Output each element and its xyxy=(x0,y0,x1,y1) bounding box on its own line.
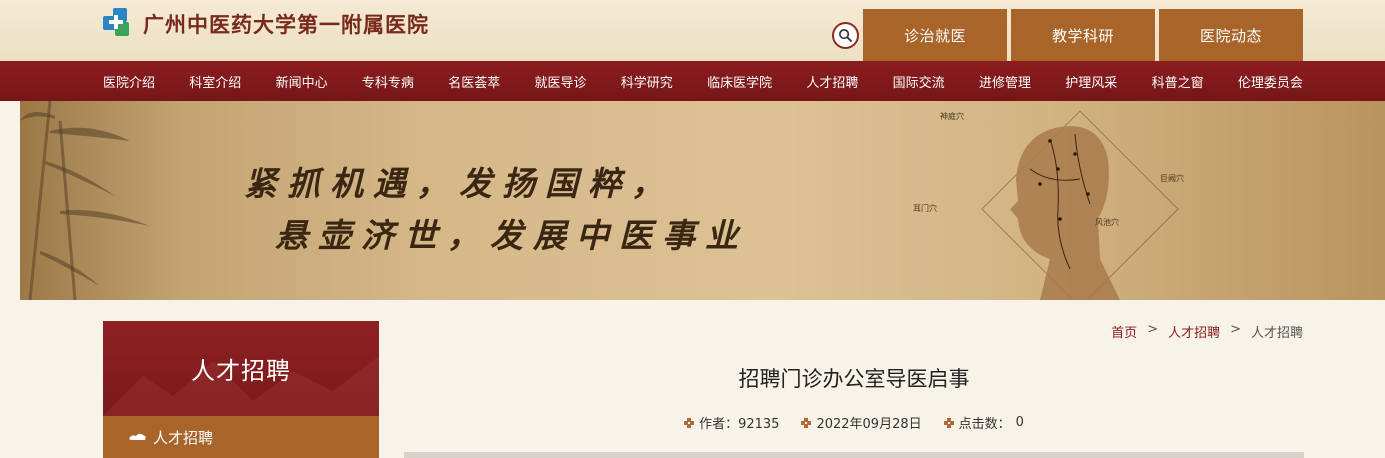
nav-item-departments[interactable]: 科室介绍 xyxy=(189,72,241,91)
top-tabs: 诊治就医 教学科研 医院动态 xyxy=(863,9,1303,61)
breadcrumb-recruitment[interactable]: 人才招聘 xyxy=(1168,322,1220,341)
bamboo-decoration xyxy=(20,101,150,300)
nav-item-science-popular[interactable]: 科普之窗 xyxy=(1152,72,1204,91)
tab-teaching-research[interactable]: 教学科研 xyxy=(1011,9,1155,61)
calendar-icon xyxy=(801,417,812,428)
search-icon xyxy=(839,29,853,43)
hospital-logo-icon xyxy=(103,8,135,40)
clicks-count: 0 xyxy=(1015,415,1024,430)
nav-item-research[interactable]: 科学研究 xyxy=(621,72,673,91)
sidebar-item-label: 人才招聘 xyxy=(153,428,214,447)
meta-author: 作者：92135 xyxy=(684,413,779,432)
nav-item-guide[interactable]: 就医导诊 xyxy=(534,72,586,91)
banner-slogan-line1: 紧抓机遇，发扬国粹， xyxy=(244,164,674,203)
main-nav: 医院介绍 科室介绍 新闻中心 专科专病 名医荟萃 就医导诊 科学研究 临床医学院… xyxy=(0,61,1385,101)
meta-clicks: 点击数： 0 xyxy=(943,413,1024,432)
acupoint-label: 巨阙穴 xyxy=(1160,174,1184,183)
sidebar-header: 人才招聘 xyxy=(103,321,379,416)
nav-item-specialties[interactable]: 专科专病 xyxy=(362,72,414,91)
breadcrumb-current: 人才招聘 xyxy=(1250,326,1303,341)
nav-item-international[interactable]: 国际交流 xyxy=(893,72,945,91)
breadcrumb-home[interactable]: 首页 xyxy=(1111,322,1137,341)
tab-hospital-news[interactable]: 医院动态 xyxy=(1159,9,1303,61)
author-icon xyxy=(684,417,695,428)
views-icon xyxy=(943,417,954,428)
acupuncture-head-illustration xyxy=(981,110,1179,300)
cloud-icon xyxy=(129,433,146,440)
acupoint-label: 耳门穴 xyxy=(913,204,937,213)
nav-item-ethics[interactable]: 伦理委员会 xyxy=(1238,72,1303,91)
meta-date: 2022年09月28日 xyxy=(801,413,922,432)
nav-item-recruitment[interactable]: 人才招聘 xyxy=(806,72,858,91)
content-divider xyxy=(404,452,1304,458)
nav-item-doctors[interactable]: 名医荟萃 xyxy=(448,72,500,91)
acupoint-label: 风池穴 xyxy=(1095,218,1119,227)
nav-item-news[interactable]: 新闻中心 xyxy=(276,72,328,91)
author-text: 作者：92135 xyxy=(699,417,780,432)
hero-banner: 紧抓机遇，发扬国粹， 悬壶济世，发展中医事业 神庭穴 耳门穴 巨阙穴 风池穴 xyxy=(20,101,1385,300)
acupoint-label: 神庭穴 xyxy=(940,112,964,121)
date-text: 2022年09月28日 xyxy=(816,417,922,432)
nav-item-hospital-intro[interactable]: 医院介绍 xyxy=(103,72,155,91)
search-button[interactable] xyxy=(832,22,859,49)
tab-diagnosis[interactable]: 诊治就医 xyxy=(863,9,1007,61)
article-meta: 作者：92135 2022年09月28日 点击数： 0 xyxy=(404,413,1304,432)
breadcrumb: 首页 > 人才招聘 > 人才招聘 xyxy=(1111,322,1303,341)
nav-item-nursing[interactable]: 护理风采 xyxy=(1065,72,1117,91)
sidebar-title: 人才招聘 xyxy=(191,357,291,385)
top-header: 广州中医药大学第一附属医院 诊治就医 教学科研 医院动态 xyxy=(0,0,1385,61)
hospital-name: 广州中医药大学第一附属医院 xyxy=(143,12,429,37)
nav-item-training[interactable]: 进修管理 xyxy=(979,72,1031,91)
banner-slogan-line2: 悬壶济世，发展中医事业 xyxy=(275,216,748,255)
breadcrumb-separator: > xyxy=(1230,322,1241,337)
breadcrumb-separator: > xyxy=(1147,322,1159,337)
clicks-label: 点击数： xyxy=(958,417,1011,432)
article-title: 招聘门诊办公室导医启事 xyxy=(738,367,970,391)
nav-item-clinical-college[interactable]: 临床医学院 xyxy=(707,72,772,91)
hospital-logo[interactable]: 广州中医药大学第一附属医院 xyxy=(103,8,429,40)
sidebar-item-recruitment[interactable]: 人才招聘 xyxy=(103,416,379,458)
